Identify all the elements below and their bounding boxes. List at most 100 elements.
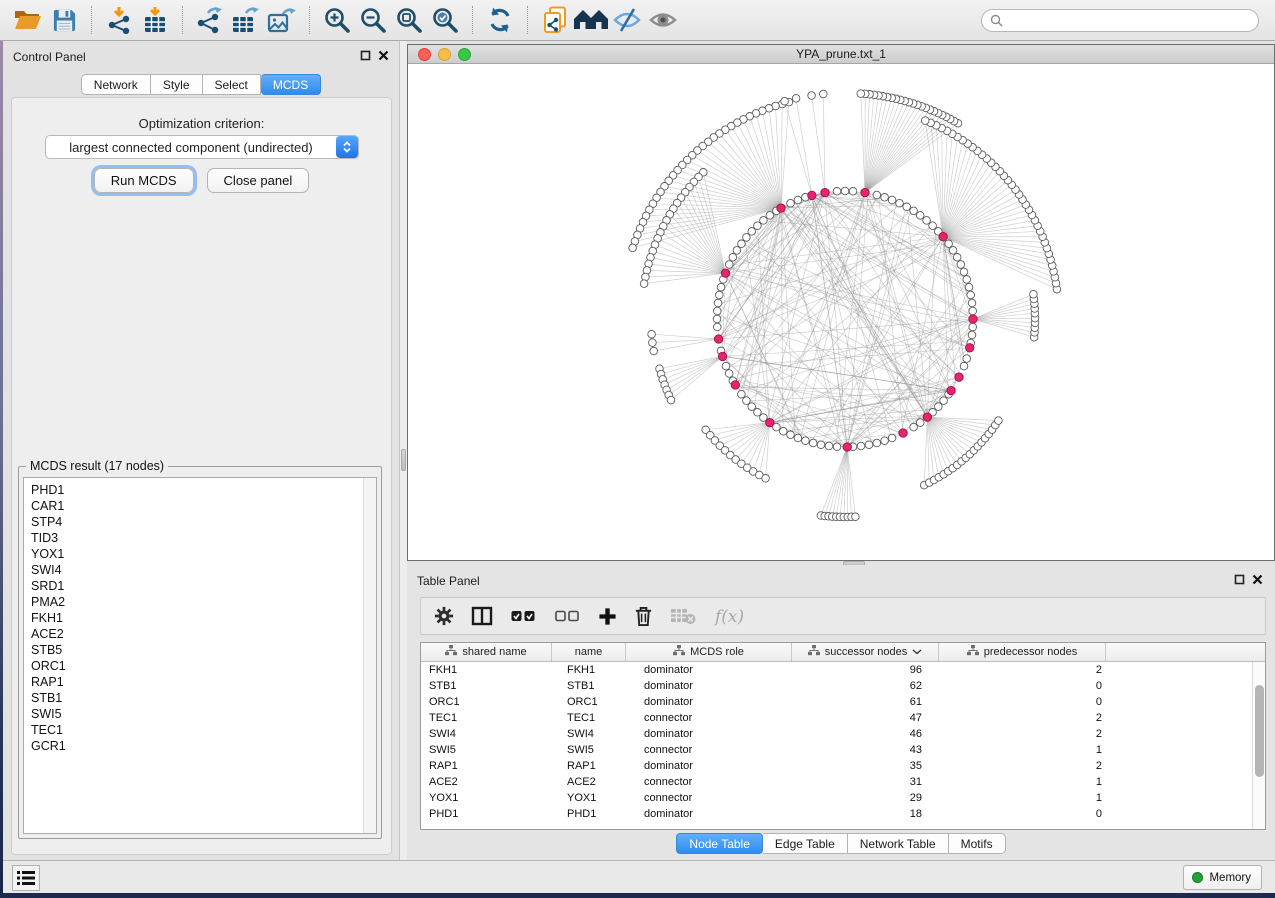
tab-network-table[interactable]: Network Table [848, 833, 949, 854]
table-row[interactable]: STB1STB1dominator620 [421, 678, 1252, 694]
zoom-fit-icon[interactable] [391, 3, 427, 37]
network-node[interactable] [953, 254, 961, 262]
network-node[interactable] [968, 299, 976, 307]
network-node[interactable] [667, 396, 675, 404]
settings-gear-icon[interactable] [434, 606, 454, 626]
network-overview-icon[interactable] [573, 3, 609, 37]
network-node[interactable] [881, 194, 889, 202]
mcds-node[interactable] [777, 204, 785, 212]
list-scrollbar[interactable] [363, 478, 376, 833]
network-node[interactable] [841, 187, 849, 195]
network-node[interactable] [963, 276, 971, 284]
column-header-successor-nodes[interactable]: successor nodes [792, 643, 939, 661]
network-node[interactable] [945, 240, 953, 248]
network-node[interactable] [717, 283, 725, 291]
mcds-node[interactable] [843, 443, 851, 451]
network-node[interactable] [762, 475, 770, 483]
network-node[interactable] [748, 228, 756, 236]
zoom-selected-icon[interactable] [427, 3, 463, 37]
export-table-icon[interactable] [228, 3, 264, 37]
network-node[interactable] [896, 199, 904, 207]
birdseye-view-icon[interactable] [645, 3, 681, 37]
column-header-predecessor-nodes[interactable]: predecessor nodes [939, 643, 1106, 661]
network-node[interactable] [929, 222, 937, 230]
network-node[interactable] [787, 431, 795, 439]
network-node[interactable] [714, 299, 722, 307]
mcds-result-item[interactable]: STP4 [24, 514, 362, 530]
mcds-node[interactable] [923, 413, 931, 421]
mcds-node[interactable] [861, 188, 869, 196]
mcds-node[interactable] [718, 352, 726, 360]
column-header-name[interactable]: name [552, 643, 626, 661]
network-node[interactable] [787, 199, 795, 207]
mcds-node[interactable] [714, 335, 722, 343]
network-node[interactable] [873, 439, 881, 447]
network-node[interactable] [921, 117, 929, 125]
network-node[interactable] [648, 330, 656, 338]
network-node[interactable] [865, 441, 873, 449]
mcds-result-item[interactable]: PMA2 [24, 594, 362, 610]
tab-select[interactable]: Select [203, 74, 261, 95]
select-all-columns-icon[interactable] [510, 607, 537, 625]
network-node[interactable] [916, 212, 924, 220]
network-node[interactable] [722, 362, 730, 370]
tab-mcds[interactable]: MCDS [261, 74, 321, 95]
mcds-result-item[interactable]: SRD1 [24, 578, 362, 594]
network-node[interactable] [995, 417, 1003, 425]
network-node[interactable] [888, 196, 896, 204]
mcds-result-item[interactable]: YOX1 [24, 546, 362, 562]
network-node[interactable] [754, 222, 762, 230]
mcds-result-item[interactable]: ACE2 [24, 626, 362, 642]
network-node[interactable] [781, 97, 789, 105]
vertical-splitter[interactable] [400, 41, 407, 860]
float-panel-icon[interactable] [360, 50, 371, 64]
network-node[interactable] [650, 347, 658, 355]
network-node[interactable] [743, 234, 751, 242]
close-panel-button[interactable]: Close panel [207, 168, 310, 193]
mcds-result-item[interactable]: PHD1 [24, 482, 362, 498]
mcds-result-item[interactable]: SWI5 [24, 706, 362, 722]
tab-style[interactable]: Style [151, 74, 203, 95]
refresh-layout-icon[interactable] [482, 3, 518, 37]
mcds-node[interactable] [766, 418, 774, 426]
tab-node-table[interactable]: Node Table [676, 833, 763, 854]
hide-graphics-details-icon[interactable] [609, 3, 645, 37]
table-row[interactable]: SWI4SWI4dominator462 [421, 726, 1252, 742]
network-node[interactable] [794, 434, 802, 442]
mcds-result-item[interactable]: STB1 [24, 690, 362, 706]
clipboard-network-icon[interactable] [537, 3, 573, 37]
network-node[interactable] [649, 339, 657, 347]
network-node[interactable] [809, 439, 817, 447]
mcds-node[interactable] [955, 373, 963, 381]
network-node[interactable] [748, 403, 756, 411]
splitter-handle[interactable] [401, 449, 406, 471]
mcds-node[interactable] [731, 381, 739, 389]
network-node[interactable] [833, 443, 841, 451]
network-node[interactable] [738, 390, 746, 398]
show-column-panel-icon[interactable] [471, 605, 493, 627]
network-node[interactable] [969, 323, 977, 331]
network-node[interactable] [792, 95, 800, 103]
network-window-titlebar[interactable]: YPA_prune.txt_1 [408, 45, 1274, 64]
add-column-icon[interactable] [598, 607, 617, 626]
network-node[interactable] [969, 307, 977, 315]
search-input[interactable] [981, 9, 1259, 32]
network-node[interactable] [825, 442, 833, 450]
memory-button[interactable]: Memory [1183, 865, 1262, 890]
tab-network[interactable]: Network [81, 74, 151, 95]
import-network-icon[interactable] [101, 3, 137, 37]
run-mcds-button[interactable]: Run MCDS [94, 168, 194, 193]
table-row[interactable]: ORC1ORC1dominator610 [421, 694, 1252, 710]
network-node[interactable] [820, 90, 828, 98]
table-row[interactable]: SWI5SWI5connector431 [421, 742, 1252, 758]
network-node[interactable] [716, 291, 724, 299]
export-network-icon[interactable] [192, 3, 228, 37]
mcds-result-item[interactable]: RAP1 [24, 674, 362, 690]
unselect-all-columns-icon[interactable] [554, 607, 581, 625]
network-node[interactable] [852, 513, 860, 521]
delete-column-icon[interactable] [634, 605, 653, 627]
mcds-node[interactable] [939, 233, 947, 241]
network-node[interactable] [949, 247, 957, 255]
network-node[interactable] [794, 196, 802, 204]
network-node[interactable] [833, 188, 841, 196]
